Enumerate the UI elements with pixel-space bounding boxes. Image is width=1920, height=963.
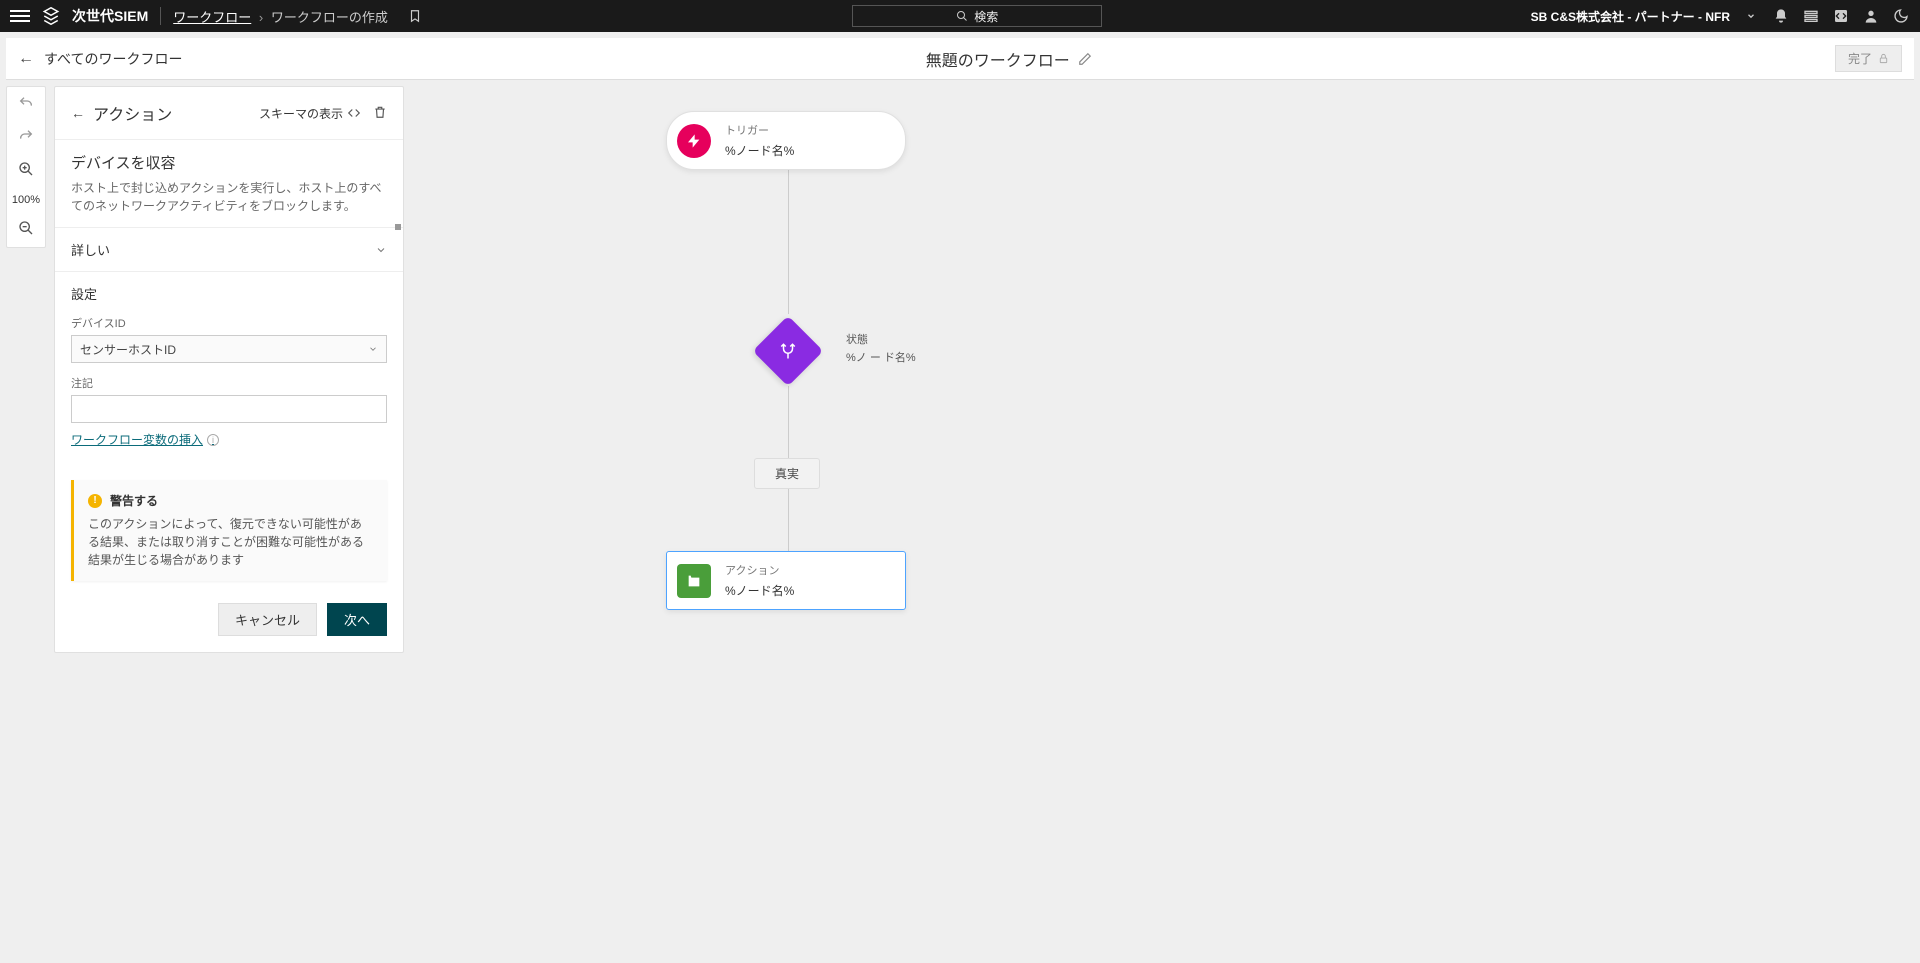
lock-icon	[1878, 53, 1889, 64]
action-node-name: %ノード名%	[725, 582, 794, 599]
action-panel: ← アクション スキーマの表示 デバイスを収容 ホスト上で封じ込めアクションを実…	[54, 86, 404, 653]
device-id-value: センサーホストID	[80, 341, 176, 358]
undo-button[interactable]	[18, 95, 34, 114]
panel-description-section: デバイスを収容 ホスト上で封じ込めアクションを実行し、ホスト上のすべてのネットワ…	[55, 140, 403, 227]
branch-icon	[779, 342, 797, 360]
branch-true-chip[interactable]: 真実	[754, 458, 820, 489]
trigger-icon	[677, 124, 711, 158]
edge	[788, 489, 789, 551]
subheader: ← すべてのワークフロー 無題のワークフロー 完了	[6, 38, 1914, 80]
panel-title: アクション	[93, 101, 172, 125]
device-id-select[interactable]: センサーホストID	[71, 335, 387, 363]
app-logo-icon	[42, 7, 60, 25]
zoom-level: 100%	[12, 194, 40, 206]
done-button-label: 完了	[1848, 50, 1872, 67]
action-title: デバイスを収容	[71, 152, 387, 173]
scroll-indicator	[395, 224, 401, 230]
bookmark-icon[interactable]	[406, 7, 424, 25]
bell-icon[interactable]	[1772, 7, 1790, 25]
workflow-title: 無題のワークフロー	[926, 47, 1070, 71]
done-button[interactable]: 完了	[1835, 45, 1902, 72]
insert-variable-link[interactable]: ワークフロー変数の挿入 i	[71, 431, 219, 448]
condition-node[interactable]	[753, 316, 824, 387]
info-icon: i	[207, 434, 219, 446]
canvas[interactable]: トリガー %ノード名% 状態 %ノ ー ド名% 真実 アクション %ノード名%	[426, 86, 1914, 957]
edit-icon[interactable]	[1078, 52, 1092, 66]
condition-labels: 状態 %ノ ー ド名%	[846, 332, 916, 367]
menu-icon[interactable]	[10, 6, 30, 26]
code-icon[interactable]	[1832, 7, 1850, 25]
warning-icon: !	[88, 494, 102, 508]
show-schema-link[interactable]: スキーマの表示	[259, 105, 361, 122]
workspace: 100% ← アクション スキーマの表示 デバイスを収容 ホスト上で封じ込めアク…	[6, 86, 1914, 957]
edge	[788, 166, 789, 314]
details-label: 詳しい	[71, 240, 110, 259]
action-type-label: アクション	[725, 562, 794, 578]
redo-button[interactable]	[18, 128, 34, 147]
details-accordion[interactable]: 詳しい	[55, 227, 403, 272]
breadcrumb-current: ワークフローの作成	[271, 10, 388, 25]
schema-icon	[347, 106, 361, 120]
note-input[interactable]	[71, 395, 387, 423]
zoom-in-button[interactable]	[18, 161, 34, 180]
list-icon[interactable]	[1802, 7, 1820, 25]
topbar-right: SB C&S株式会社 - パートナー - NFR	[1531, 7, 1910, 25]
tool-strip: 100%	[6, 86, 46, 248]
insert-variable-label: ワークフロー変数の挿入	[71, 431, 203, 448]
breadcrumb: ワークフロー › ワークフローの作成	[173, 7, 388, 26]
company-label: SB C&S株式会社 - パートナー - NFR	[1531, 8, 1730, 25]
all-workflows-link[interactable]: すべてのワークフロー	[44, 49, 182, 69]
back-arrow-icon[interactable]: ←	[18, 50, 34, 68]
action-node[interactable]: アクション %ノード名%	[666, 551, 906, 610]
delete-icon[interactable]	[373, 105, 387, 122]
note-label: 注記	[71, 375, 387, 391]
panel-footer: キャンセル 次へ	[55, 587, 403, 652]
device-id-label: デバイスID	[71, 315, 387, 331]
trigger-node[interactable]: トリガー %ノード名%	[666, 111, 906, 170]
panel-back-icon[interactable]: ←	[71, 105, 85, 121]
user-icon[interactable]	[1862, 7, 1880, 25]
condition-name: %ノ ー ド名%	[846, 350, 916, 368]
cancel-button[interactable]: キャンセル	[218, 603, 317, 636]
next-button[interactable]: 次へ	[327, 603, 387, 636]
app-name: 次世代SIEM	[72, 6, 148, 26]
chevron-down-icon[interactable]	[1742, 7, 1760, 25]
trigger-type-label: トリガー	[725, 122, 794, 138]
warning-box: ! 警告する このアクションによって、復元できない可能性がある結果、または取り消…	[71, 480, 387, 581]
panel-header: ← アクション スキーマの表示	[55, 87, 403, 140]
search-input[interactable]: 検索	[852, 5, 1102, 27]
breadcrumb-separator: ›	[259, 10, 263, 25]
trigger-name: %ノード名%	[725, 142, 794, 159]
show-schema-label: スキーマの表示	[259, 105, 343, 122]
settings-heading: 設定	[71, 284, 387, 303]
breadcrumb-workflow-link[interactable]: ワークフロー	[173, 10, 251, 25]
chevron-down-icon	[368, 344, 378, 354]
moon-icon[interactable]	[1892, 7, 1910, 25]
search-icon	[956, 10, 968, 22]
settings-block: 設定 デバイスID センサーホストID 注記 ワークフロー変数の挿入 i	[55, 272, 403, 460]
warning-title: 警告する	[110, 492, 158, 509]
action-icon	[677, 564, 711, 598]
search-wrap: 検索	[436, 5, 1519, 27]
zoom-out-button[interactable]	[18, 220, 34, 239]
action-description: ホスト上で封じ込めアクションを実行し、ホスト上のすべてのネットワークアクティビテ…	[71, 179, 387, 215]
chevron-down-icon	[375, 244, 387, 256]
warning-body: このアクションによって、復元できない可能性がある結果、または取り消すことが困難な…	[88, 515, 373, 569]
search-label: 検索	[974, 8, 998, 25]
topbar: 次世代SIEM ワークフロー › ワークフローの作成 検索 SB C&S株式会社…	[0, 0, 1920, 32]
condition-type-label: 状態	[846, 332, 916, 350]
divider	[160, 7, 161, 25]
edge	[788, 386, 789, 458]
